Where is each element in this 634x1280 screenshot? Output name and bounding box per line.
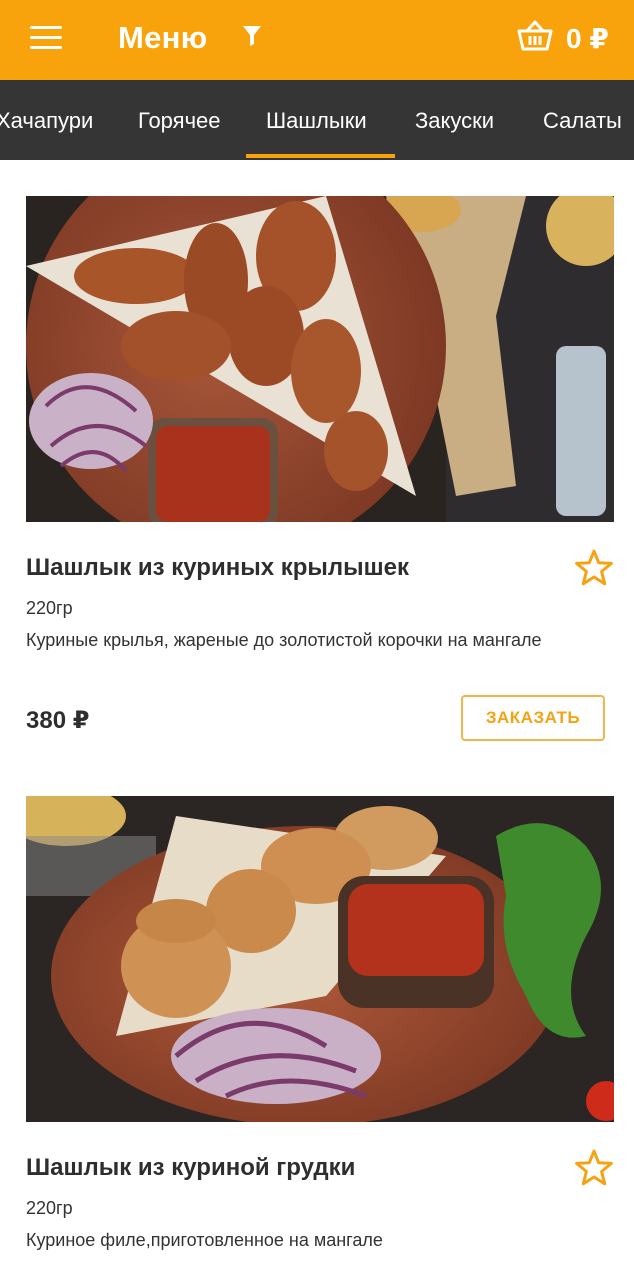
active-tab-indicator: [246, 154, 395, 158]
top-app-bar: Меню 0 ₽: [0, 0, 634, 80]
star-favorite-icon[interactable]: [574, 548, 614, 588]
cart-total[interactable]: 0 ₽: [566, 22, 609, 55]
product-weight: 220гр: [26, 1198, 73, 1218]
product-title[interactable]: Шашлык из куриной грудки: [26, 1154, 355, 1182]
tab-khachapuri[interactable]: Хачапури: [0, 80, 93, 160]
order-button[interactable]: ЗАКАЗАТЬ: [461, 695, 605, 741]
product-price: 380 ₽: [26, 707, 90, 734]
product-weight: 220гр: [26, 598, 73, 618]
tab-hot-dishes[interactable]: Горячее: [138, 80, 221, 160]
star-favorite-icon[interactable]: [574, 1148, 614, 1188]
tab-salads[interactable]: Салаты: [543, 80, 622, 160]
filter-icon[interactable]: [240, 24, 264, 48]
tab-shashlik-active[interactable]: Шашлыки: [266, 80, 367, 160]
product-image-chicken-breast[interactable]: [26, 796, 614, 1122]
product-description: Куриное филе,приготовленное на мангале: [26, 1230, 383, 1250]
page-title: Меню: [118, 20, 208, 55]
product-title[interactable]: Шашлык из куриных крылышек: [26, 554, 409, 582]
basket-icon[interactable]: [516, 18, 554, 52]
tab-appetizers[interactable]: Закуски: [415, 80, 494, 160]
product-image-chicken-wings[interactable]: [26, 196, 614, 522]
hamburger-menu-icon[interactable]: [30, 26, 62, 49]
product-description: Куриные крылья, жареные до золотистой ко…: [26, 630, 542, 650]
category-tabs: Хачапури Горячее Шашлыки Закуски Салаты: [0, 80, 634, 160]
